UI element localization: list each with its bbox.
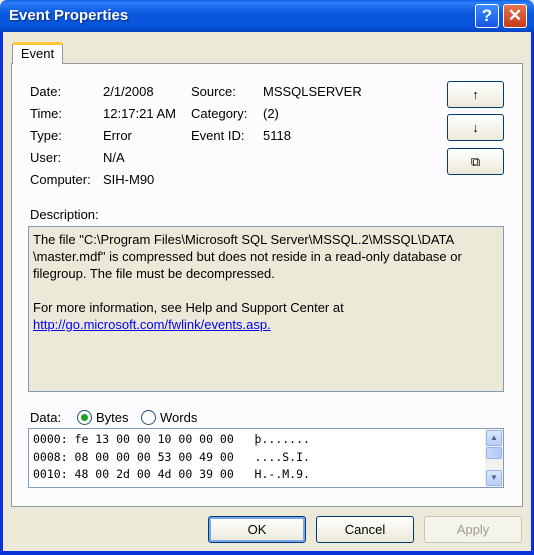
close-button[interactable]: ✕ — [503, 4, 527, 28]
data-label: Data: — [30, 410, 62, 425]
description-box[interactable]: The file "C:\Program Files\Microsoft SQL… — [28, 226, 504, 392]
window-border-left — [0, 32, 3, 555]
previous-event-button[interactable]: ↑ — [447, 81, 504, 108]
next-event-button[interactable]: ↓ — [447, 114, 504, 141]
user-label: User: — [30, 150, 62, 165]
ok-button[interactable]: OK — [208, 516, 306, 543]
data-hex-box[interactable]: 0000: fe 13 00 00 10 00 00 00 þ....... 0… — [28, 428, 504, 488]
description-line: For more information, see Help and Suppo… — [33, 300, 344, 315]
window-border-bottom — [0, 551, 534, 555]
help-button[interactable]: ? — [475, 4, 499, 28]
help-icon: ? — [481, 6, 493, 25]
arrow-down-icon: ↓ — [472, 120, 479, 135]
date-value: 2/1/2008 — [103, 84, 154, 99]
scroll-up-button[interactable]: ▲ — [486, 430, 502, 446]
category-label: Category: — [191, 106, 248, 121]
user-value: N/A — [103, 150, 125, 165]
event-id-value: 5118 — [263, 128, 291, 143]
copy-button[interactable]: ⧉ — [447, 148, 504, 175]
words-radio[interactable] — [141, 410, 156, 425]
scroll-thumb[interactable] — [486, 447, 502, 459]
hex-row: 0000: fe 13 00 00 10 00 00 00 þ....... — [33, 432, 310, 446]
data-scrollbar[interactable]: ▲ ▼ — [485, 429, 503, 487]
apply-button[interactable]: Apply — [424, 516, 522, 543]
window-title: Event Properties — [9, 7, 129, 24]
type-label: Type: — [30, 128, 62, 143]
description-line: The file "C:\Program Files\Microsoft SQL… — [33, 232, 455, 247]
source-value: MSSQLSERVER — [263, 84, 362, 99]
event-id-label: Event ID: — [191, 128, 245, 143]
date-label: Date: — [30, 84, 62, 99]
bytes-radio-label[interactable]: Bytes — [96, 410, 129, 425]
hex-row: 0010: 48 00 2d 00 4d 00 39 00 H.-.M.9. — [33, 467, 310, 481]
description-line: filegroup. The file must be decompressed… — [33, 266, 275, 281]
source-label: Source: — [191, 84, 236, 99]
copy-icon: ⧉ — [470, 154, 481, 169]
tab-event[interactable]: Event — [12, 42, 63, 64]
computer-label: Computer: — [30, 172, 91, 187]
type-value: Error — [103, 128, 132, 143]
description-line: \master.mdf" is compressed but does not … — [33, 249, 462, 264]
hex-row: 0008: 08 00 00 00 53 00 49 00 ....S.I. — [33, 450, 310, 464]
title-bar[interactable]: Event Properties ? ✕ — [0, 0, 534, 32]
scroll-down-button[interactable]: ▼ — [486, 470, 502, 486]
bytes-radio[interactable] — [77, 410, 92, 425]
close-icon: ✕ — [507, 6, 523, 25]
time-label: Time: — [30, 106, 63, 121]
time-value: 12:17:21 AM — [103, 106, 176, 121]
words-radio-label[interactable]: Words — [160, 410, 197, 425]
description-label: Description: — [30, 207, 99, 222]
help-link[interactable]: http://go.microsoft.com/fwlink/events.as… — [33, 317, 271, 332]
arrow-up-icon: ↑ — [472, 87, 479, 102]
category-value: (2) — [263, 106, 279, 121]
cancel-button[interactable]: Cancel — [316, 516, 414, 543]
computer-value: SIH-M90 — [103, 172, 155, 187]
